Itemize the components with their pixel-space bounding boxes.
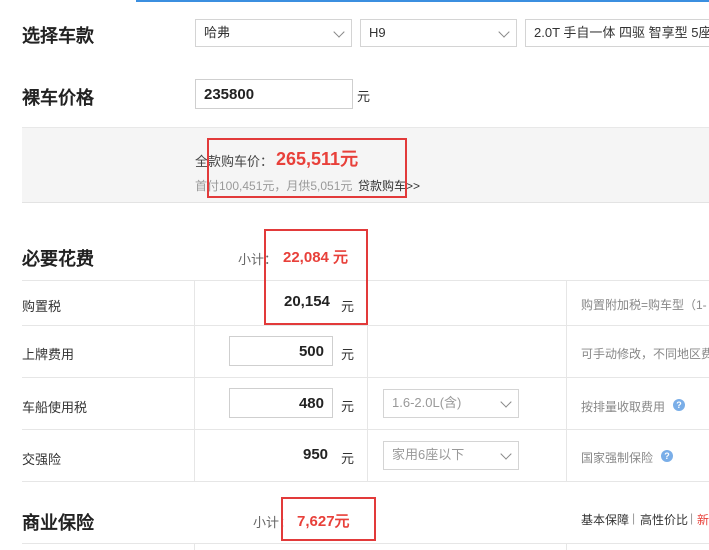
row-divider xyxy=(22,543,709,544)
required-fees-title: 必要花费 xyxy=(22,249,94,269)
top-accent-line xyxy=(136,0,709,2)
insurance-option-basic[interactable]: 基本保障 xyxy=(581,511,629,528)
fee-label-purchase-tax: 购置税 xyxy=(22,299,62,314)
series-select[interactable]: H9 xyxy=(360,19,517,47)
trim-select[interactable]: 2.0T 手自一体 四驱 智享型 5座 xyxy=(525,19,709,47)
bare-price-input[interactable] xyxy=(195,79,353,109)
highlight-box-full-price xyxy=(207,138,407,198)
fee-label-registration: 上牌费用 xyxy=(22,347,75,362)
insurance-option-new[interactable]: 新 xyxy=(697,511,709,528)
trim-select-value: 2.0T 手自一体 四驱 智享型 5座 xyxy=(534,25,709,40)
fee-desc-compulsory-insurance: 国家强制保险 xyxy=(581,451,654,465)
select-model-title: 选择车款 xyxy=(22,26,94,46)
column-divider xyxy=(566,280,567,481)
fee-value-compulsory-insurance: 950 xyxy=(303,446,329,463)
commercial-insurance-title: 商业保险 xyxy=(22,513,94,533)
chevron-down-icon xyxy=(500,448,512,460)
brand-select[interactable]: 哈弗 xyxy=(195,19,352,47)
bare-price-title: 裸车价格 xyxy=(22,88,94,108)
vessel-tax-input[interactable] xyxy=(229,388,333,418)
column-divider xyxy=(194,543,195,550)
help-icon[interactable]: ? xyxy=(673,399,685,411)
fee-label-vessel-tax: 车船使用税 xyxy=(22,400,88,415)
highlight-box-required-fees xyxy=(264,229,368,325)
brand-select-value: 哈弗 xyxy=(204,25,231,40)
column-divider xyxy=(194,280,195,481)
row-divider xyxy=(22,481,709,482)
fee-unit: 元 xyxy=(341,399,355,414)
fee-desc-purchase-tax: 购置附加税=购车型（1- xyxy=(581,298,707,312)
displacement-select-value: 1.6-2.0L(含) xyxy=(392,395,462,410)
option-separator: | xyxy=(632,511,636,525)
chevron-down-icon xyxy=(333,26,345,38)
row-divider xyxy=(22,325,709,326)
seat-class-select[interactable]: 家用6座以下 xyxy=(383,441,519,470)
row-divider xyxy=(22,377,709,378)
fee-unit: 元 xyxy=(341,347,355,362)
help-icon[interactable]: ? xyxy=(661,450,673,462)
fee-desc-registration: 可手动修改，不同地区费 xyxy=(581,347,709,361)
fee-desc-vessel-tax: 按排量收取费用 xyxy=(581,400,666,414)
column-divider xyxy=(566,543,567,550)
fee-unit: 元 xyxy=(341,451,355,466)
registration-fee-input[interactable] xyxy=(229,336,333,366)
chevron-down-icon xyxy=(500,396,512,408)
fee-label-compulsory-insurance: 交强险 xyxy=(22,452,62,467)
seat-class-select-value: 家用6座以下 xyxy=(392,447,465,462)
row-divider xyxy=(22,429,709,430)
insurance-option-value[interactable]: 高性价比 xyxy=(640,511,688,528)
chevron-down-icon xyxy=(498,26,510,38)
option-separator: | xyxy=(690,511,694,525)
series-select-value: H9 xyxy=(369,25,386,40)
highlight-box-commercial-insurance xyxy=(281,497,376,541)
bare-price-unit: 元 xyxy=(357,89,371,104)
displacement-select[interactable]: 1.6-2.0L(含) xyxy=(383,389,519,418)
